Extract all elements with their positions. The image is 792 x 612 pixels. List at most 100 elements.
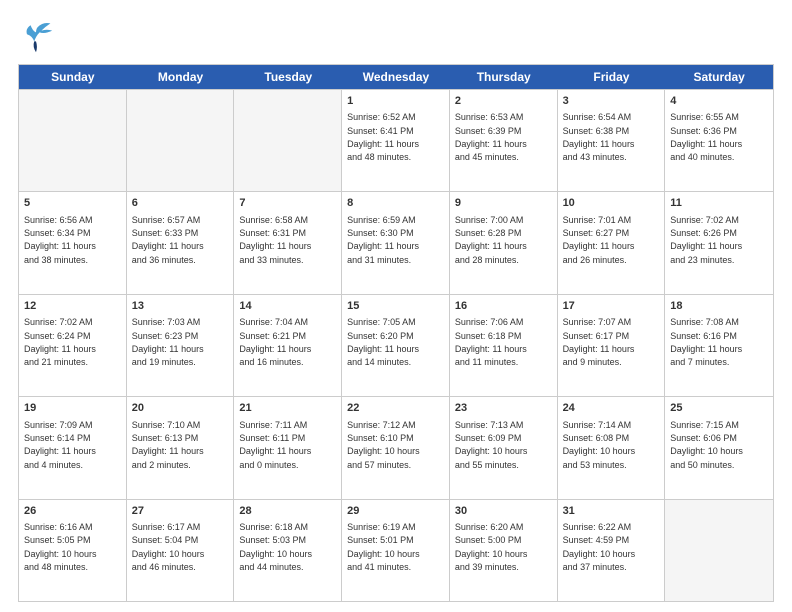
day-info: Sunrise: 6:52 AM Sunset: 6:41 PM Dayligh… (347, 112, 419, 162)
day-info: Sunrise: 7:06 AM Sunset: 6:18 PM Dayligh… (455, 317, 527, 367)
day-number: 16 (455, 299, 552, 314)
weekday-header: Thursday (450, 65, 558, 89)
day-cell-27: 27 Sunrise: 6:17 AM Sunset: 5:04 PM Dayli… (127, 500, 235, 601)
day-number: 24 (563, 401, 660, 416)
day-cell-13: 13 Sunrise: 7:03 AM Sunset: 6:23 PM Dayli… (127, 295, 235, 396)
calendar-header: SundayMondayTuesdayWednesdayThursdayFrid… (19, 65, 773, 89)
day-info: Sunrise: 6:53 AM Sunset: 6:39 PM Dayligh… (455, 112, 527, 162)
day-cell-10: 10 Sunrise: 7:01 AM Sunset: 6:27 PM Dayli… (558, 192, 666, 293)
day-number: 26 (24, 504, 121, 519)
day-number: 21 (239, 401, 336, 416)
day-cell-30: 30 Sunrise: 6:20 AM Sunset: 5:00 PM Dayli… (450, 500, 558, 601)
day-number: 1 (347, 94, 444, 109)
day-number: 12 (24, 299, 121, 314)
empty-cell (234, 90, 342, 191)
day-cell-6: 6 Sunrise: 6:57 AM Sunset: 6:33 PM Daylig… (127, 192, 235, 293)
empty-cell (127, 90, 235, 191)
day-number: 27 (132, 504, 229, 519)
calendar-row: 26 Sunrise: 6:16 AM Sunset: 5:05 PM Dayli… (19, 499, 773, 601)
weekday-header: Friday (558, 65, 666, 89)
day-info: Sunrise: 7:09 AM Sunset: 6:14 PM Dayligh… (24, 420, 96, 470)
day-info: Sunrise: 7:04 AM Sunset: 6:21 PM Dayligh… (239, 317, 311, 367)
day-info: Sunrise: 7:02 AM Sunset: 6:24 PM Dayligh… (24, 317, 96, 367)
day-cell-19: 19Sunrise: 7:09 AM Sunset: 6:14 PM Dayli… (19, 397, 127, 498)
day-cell-5: 5 Sunrise: 6:56 AM Sunset: 6:34 PM Daylig… (19, 192, 127, 293)
day-cell-18: 18 Sunrise: 7:08 AM Sunset: 6:16 PM Dayli… (665, 295, 773, 396)
day-number: 13 (132, 299, 229, 314)
day-cell-20: 20 Sunrise: 7:10 AM Sunset: 6:13 PM Dayli… (127, 397, 235, 498)
day-info: Sunrise: 7:02 AM Sunset: 6:26 PM Dayligh… (670, 215, 742, 265)
day-number: 28 (239, 504, 336, 519)
day-info: Sunrise: 6:17 AM Sunset: 5:04 PM Dayligh… (132, 522, 205, 572)
empty-cell (19, 90, 127, 191)
day-info: Sunrise: 6:54 AM Sunset: 6:38 PM Dayligh… (563, 112, 635, 162)
day-cell-7: 7Sunrise: 6:58 AM Sunset: 6:31 PM Daylig… (234, 192, 342, 293)
day-cell-28: 28 Sunrise: 6:18 AM Sunset: 5:03 PM Dayli… (234, 500, 342, 601)
day-info: Sunrise: 7:10 AM Sunset: 6:13 PM Dayligh… (132, 420, 204, 470)
day-cell-1: 1 Sunrise: 6:52 AM Sunset: 6:41 PM Daylig… (342, 90, 450, 191)
header (18, 18, 774, 54)
day-number: 17 (563, 299, 660, 314)
day-number: 15 (347, 299, 444, 314)
day-number: 30 (455, 504, 552, 519)
day-number: 20 (132, 401, 229, 416)
day-cell-12: 12 Sunrise: 7:02 AM Sunset: 6:24 PM Dayli… (19, 295, 127, 396)
day-info: Sunrise: 7:11 AM Sunset: 6:11 PM Dayligh… (239, 420, 311, 470)
day-info: Sunrise: 7:03 AM Sunset: 6:23 PM Dayligh… (132, 317, 204, 367)
day-number: 8 (347, 196, 444, 211)
day-cell-31: 31Sunrise: 6:22 AM Sunset: 4:59 PM Dayli… (558, 500, 666, 601)
day-info: Sunrise: 6:55 AM Sunset: 6:36 PM Dayligh… (670, 112, 742, 162)
day-number: 25 (670, 401, 768, 416)
day-number: 7 (239, 196, 336, 211)
day-number: 11 (670, 196, 768, 211)
calendar-row: 12 Sunrise: 7:02 AM Sunset: 6:24 PM Dayli… (19, 294, 773, 396)
day-info: Sunrise: 7:12 AM Sunset: 6:10 PM Dayligh… (347, 420, 420, 470)
day-cell-4: 4Sunrise: 6:55 AM Sunset: 6:36 PM Daylig… (665, 90, 773, 191)
day-info: Sunrise: 7:07 AM Sunset: 6:17 PM Dayligh… (563, 317, 635, 367)
calendar-body: 1 Sunrise: 6:52 AM Sunset: 6:41 PM Daylig… (19, 89, 773, 601)
day-info: Sunrise: 7:08 AM Sunset: 6:16 PM Dayligh… (670, 317, 742, 367)
calendar-row: 19Sunrise: 7:09 AM Sunset: 6:14 PM Dayli… (19, 396, 773, 498)
day-cell-23: 23 Sunrise: 7:13 AM Sunset: 6:09 PM Dayli… (450, 397, 558, 498)
day-info: Sunrise: 7:00 AM Sunset: 6:28 PM Dayligh… (455, 215, 527, 265)
day-info: Sunrise: 6:57 AM Sunset: 6:33 PM Dayligh… (132, 215, 204, 265)
day-info: Sunrise: 7:05 AM Sunset: 6:20 PM Dayligh… (347, 317, 419, 367)
weekday-header: Sunday (19, 65, 127, 89)
day-number: 5 (24, 196, 121, 211)
day-number: 2 (455, 94, 552, 109)
day-info: Sunrise: 6:16 AM Sunset: 5:05 PM Dayligh… (24, 522, 97, 572)
calendar-row: 1 Sunrise: 6:52 AM Sunset: 6:41 PM Daylig… (19, 89, 773, 191)
day-number: 14 (239, 299, 336, 314)
day-info: Sunrise: 7:15 AM Sunset: 6:06 PM Dayligh… (670, 420, 743, 470)
day-cell-8: 8 Sunrise: 6:59 AM Sunset: 6:30 PM Daylig… (342, 192, 450, 293)
day-cell-9: 9 Sunrise: 7:00 AM Sunset: 6:28 PM Daylig… (450, 192, 558, 293)
day-info: Sunrise: 6:56 AM Sunset: 6:34 PM Dayligh… (24, 215, 96, 265)
day-number: 23 (455, 401, 552, 416)
logo-icon (18, 18, 54, 54)
day-cell-26: 26 Sunrise: 6:16 AM Sunset: 5:05 PM Dayli… (19, 500, 127, 601)
day-cell-22: 22Sunrise: 7:12 AM Sunset: 6:10 PM Dayli… (342, 397, 450, 498)
weekday-header: Wednesday (342, 65, 450, 89)
weekday-header: Tuesday (234, 65, 342, 89)
day-cell-24: 24Sunrise: 7:14 AM Sunset: 6:08 PM Dayli… (558, 397, 666, 498)
day-number: 31 (563, 504, 660, 519)
day-info: Sunrise: 6:19 AM Sunset: 5:01 PM Dayligh… (347, 522, 420, 572)
logo (18, 18, 56, 54)
day-info: Sunrise: 6:59 AM Sunset: 6:30 PM Dayligh… (347, 215, 419, 265)
day-cell-17: 17 Sunrise: 7:07 AM Sunset: 6:17 PM Dayli… (558, 295, 666, 396)
day-cell-29: 29Sunrise: 6:19 AM Sunset: 5:01 PM Dayli… (342, 500, 450, 601)
day-cell-3: 3 Sunrise: 6:54 AM Sunset: 6:38 PM Daylig… (558, 90, 666, 191)
day-number: 18 (670, 299, 768, 314)
day-number: 3 (563, 94, 660, 109)
empty-cell (665, 500, 773, 601)
day-number: 6 (132, 196, 229, 211)
day-info: Sunrise: 6:20 AM Sunset: 5:00 PM Dayligh… (455, 522, 528, 572)
weekday-header: Saturday (665, 65, 773, 89)
day-info: Sunrise: 7:13 AM Sunset: 6:09 PM Dayligh… (455, 420, 528, 470)
day-cell-15: 15 Sunrise: 7:05 AM Sunset: 6:20 PM Dayli… (342, 295, 450, 396)
day-info: Sunrise: 6:18 AM Sunset: 5:03 PM Dayligh… (239, 522, 312, 572)
day-number: 10 (563, 196, 660, 211)
day-info: Sunrise: 7:01 AM Sunset: 6:27 PM Dayligh… (563, 215, 635, 265)
weekday-header: Monday (127, 65, 235, 89)
day-number: 9 (455, 196, 552, 211)
